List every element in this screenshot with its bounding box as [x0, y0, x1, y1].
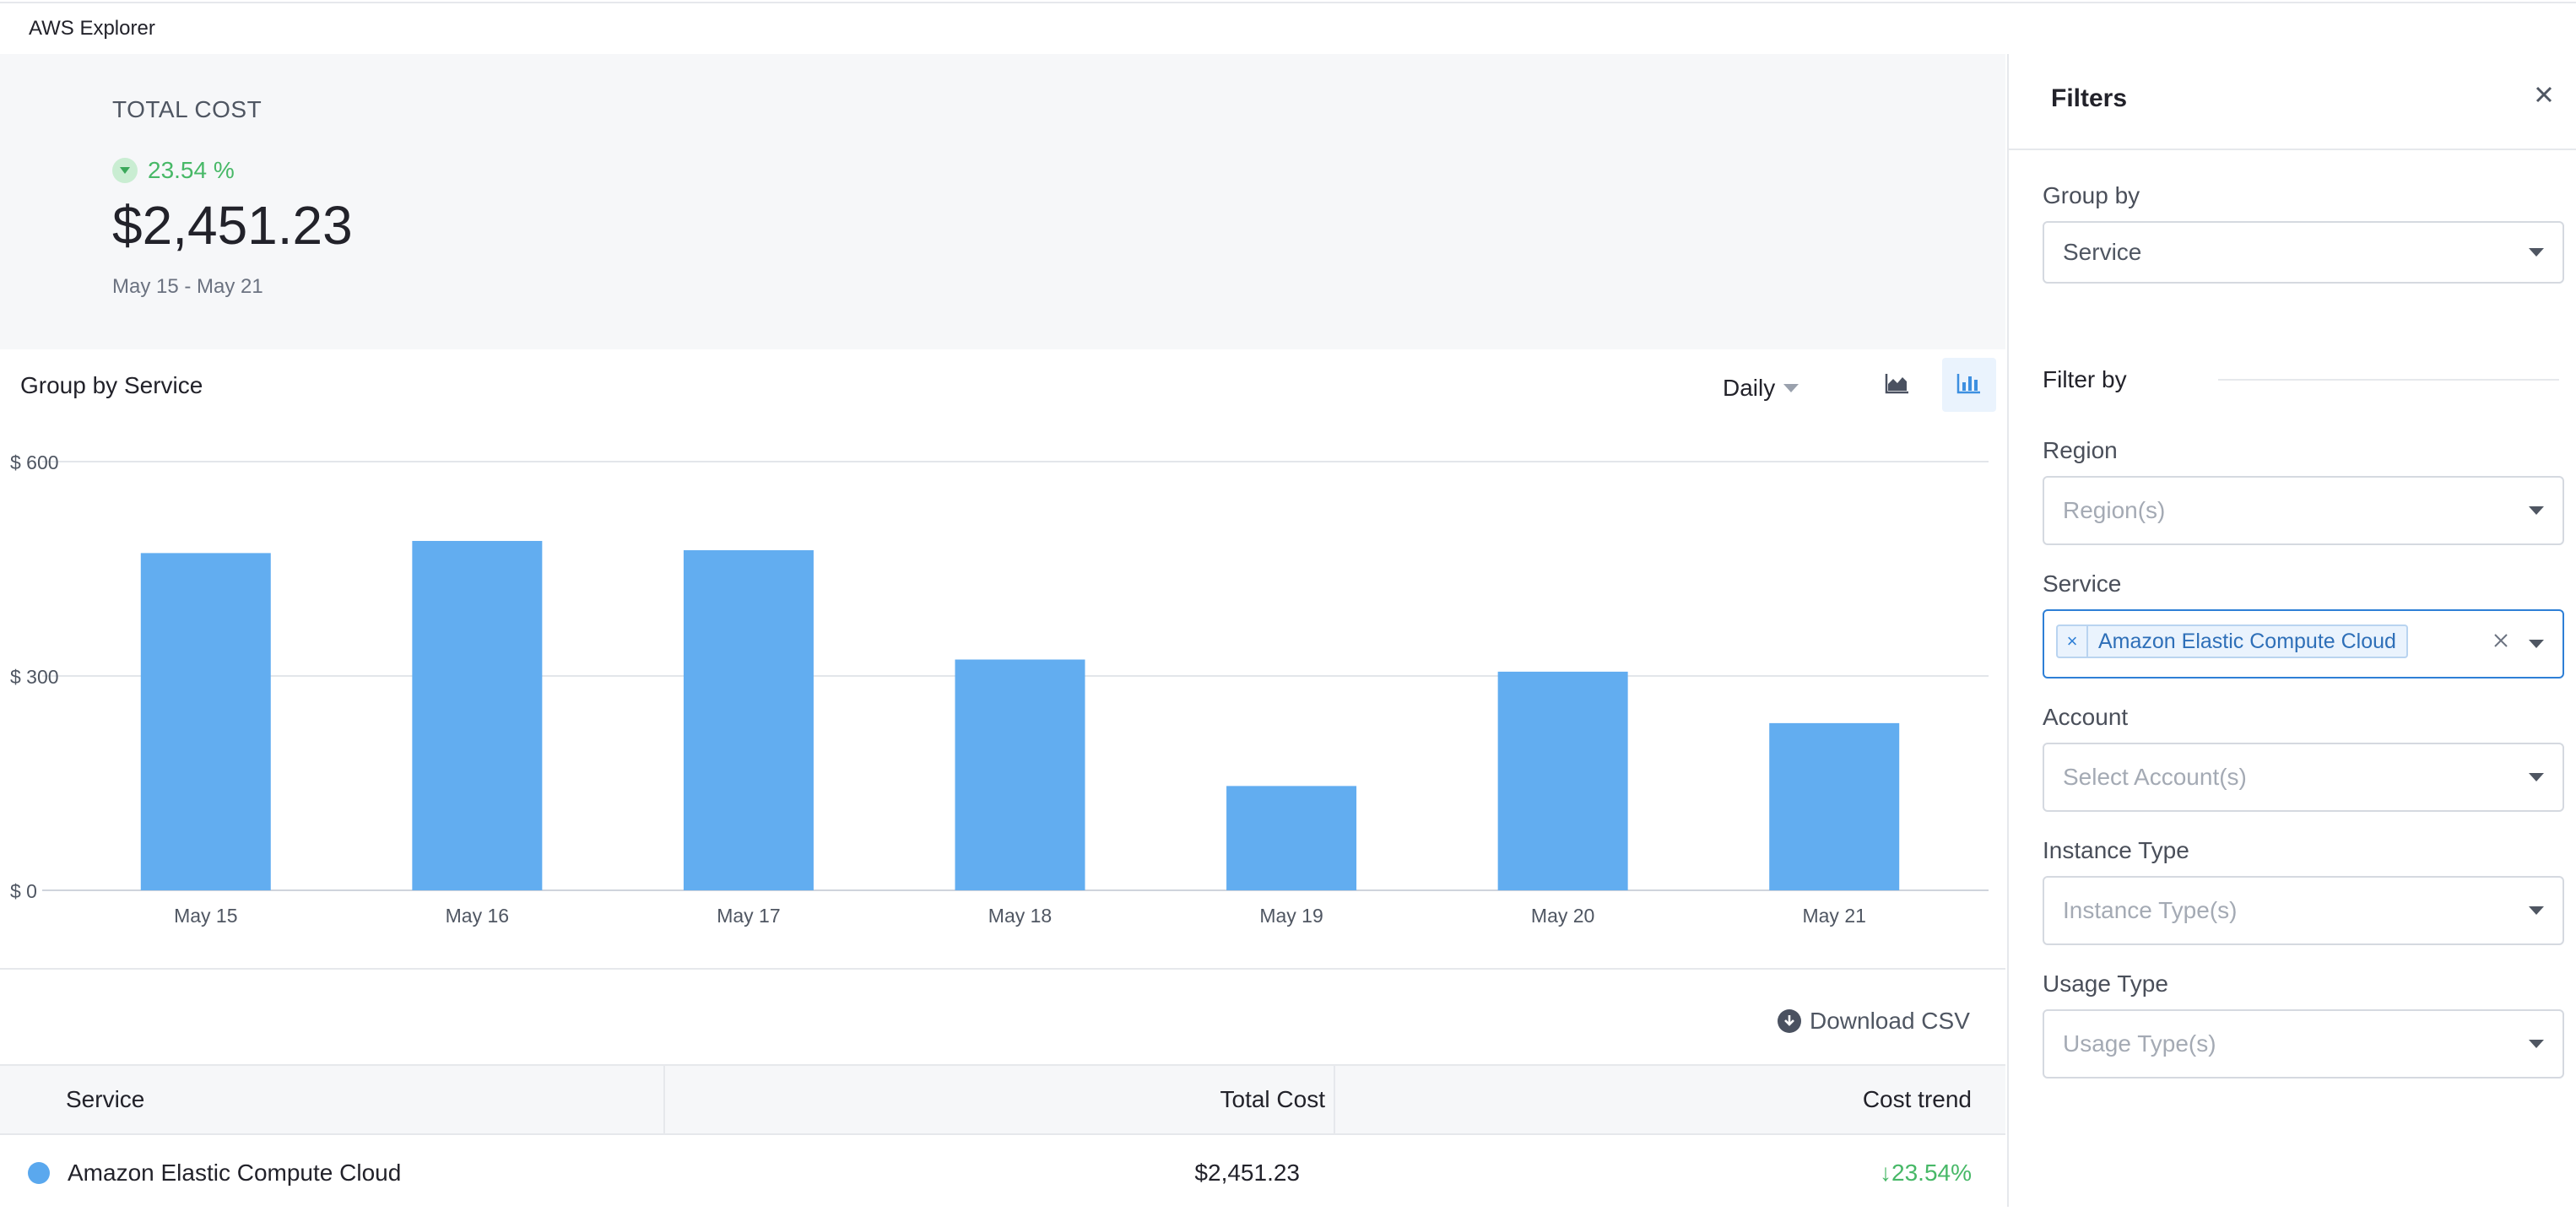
- interval-value: Daily: [1723, 375, 1776, 401]
- chart-title: Group by Service: [20, 372, 203, 398]
- column-divider: [663, 1066, 665, 1133]
- download-csv-label: Download CSV: [1810, 1008, 1970, 1034]
- filter-by-divider: [2218, 379, 2559, 381]
- table-row[interactable]: Amazon Elastic Compute Cloud $2,451.23 ↓…: [0, 1135, 2005, 1211]
- cost-table: Service Total Cost Cost trend Amazon Ela…: [0, 1064, 2005, 1211]
- x-tick-label: May 19: [1259, 905, 1323, 927]
- account-label: Account: [2043, 704, 2129, 730]
- usage-type-placeholder: Usage Type(s): [2063, 1030, 2216, 1057]
- filters-title: Filters: [2051, 84, 2128, 112]
- trend-down-icon: [112, 158, 138, 183]
- download-csv-button[interactable]: Download CSV: [1778, 1008, 1970, 1035]
- service-label: Service: [2043, 570, 2122, 597]
- row-service-name: Amazon Elastic Compute Cloud: [68, 1160, 402, 1186]
- service-select[interactable]: × Amazon Elastic Compute Cloud: [2043, 609, 2564, 678]
- filters-header-divider: [2009, 149, 2576, 150]
- group-by-label: Group by: [2043, 182, 2140, 208]
- x-tick-label: May 17: [717, 905, 780, 927]
- bar-chart: $ 0 $ 300 $ 600 May 15 May 16 May 17 May 18 May…: [10, 451, 1989, 927]
- instance-type-placeholder: Instance Type(s): [2063, 897, 2238, 923]
- interval-dropdown[interactable]: Daily: [1723, 375, 1799, 402]
- x-tick-label: May 18: [988, 905, 1052, 927]
- chevron-down-icon: [2529, 773, 2544, 781]
- chevron-down-icon: [2529, 506, 2544, 515]
- region-label: Region: [2043, 437, 2118, 463]
- chevron-down-icon: [2529, 1040, 2544, 1048]
- cost-trend: 23.54 %: [112, 157, 235, 184]
- y-tick-label: $ 300: [10, 666, 59, 688]
- table-header: Service Total Cost Cost trend: [0, 1064, 2005, 1135]
- close-icon: [2535, 85, 2553, 108]
- area-chart-button[interactable]: [1870, 358, 1924, 412]
- clear-selection-icon[interactable]: [2487, 626, 2515, 655]
- service-chip: × Amazon Elastic Compute Cloud: [2056, 624, 2408, 658]
- x-tick-label: May 15: [174, 905, 237, 927]
- x-tick-label: May 16: [446, 905, 509, 927]
- chart-bar: [140, 553, 271, 890]
- x-tick-label: May 20: [1531, 905, 1594, 927]
- remove-chip-icon[interactable]: ×: [2058, 626, 2088, 657]
- chart-bar: [1497, 671, 1628, 890]
- total-cost-summary: TOTAL COST 23.54 % $2,451.23 May 15 - Ma…: [0, 54, 2005, 349]
- chevron-down-icon: [2529, 640, 2544, 648]
- trend-percentage: 23.54 %: [148, 157, 235, 183]
- instance-type-select[interactable]: Instance Type(s): [2043, 876, 2564, 945]
- account-placeholder: Select Account(s): [2063, 764, 2247, 790]
- y-tick-label: $ 0: [10, 880, 37, 902]
- chart-bar: [955, 659, 1085, 890]
- chart-bar: [1769, 722, 1900, 890]
- close-button[interactable]: [2527, 79, 2561, 113]
- total-cost-value: $2,451.23: [112, 195, 353, 256]
- area-chart-icon: [1885, 372, 1910, 398]
- group-by-select[interactable]: Service: [2043, 221, 2564, 284]
- instance-type-label: Instance Type: [2043, 837, 2189, 863]
- column-header-cost-trend[interactable]: Cost trend: [1863, 1066, 1972, 1133]
- region-placeholder: Region(s): [2063, 497, 2166, 523]
- app-title: AWS Explorer: [29, 17, 155, 40]
- account-select[interactable]: Select Account(s): [2043, 743, 2564, 812]
- chart-divider: [0, 968, 2005, 970]
- chevron-down-icon: [2529, 248, 2544, 257]
- column-header-service[interactable]: Service: [66, 1066, 144, 1133]
- date-range: May 15 - May 21: [112, 275, 263, 298]
- bar-chart-icon: [1956, 372, 1982, 398]
- bar-chart-button[interactable]: [1942, 358, 1996, 412]
- chart-bar: [683, 549, 814, 890]
- column-divider: [1334, 1066, 1335, 1133]
- top-border: [0, 0, 2576, 3]
- usage-type-label: Usage Type: [2043, 970, 2168, 997]
- y-tick-label: $ 600: [10, 451, 59, 473]
- chart-bar: [1226, 786, 1357, 890]
- column-header-total-cost[interactable]: Total Cost: [1220, 1066, 1326, 1133]
- x-tick-label: May 21: [1802, 905, 1865, 927]
- row-total-cost: $2,451.23: [1194, 1160, 1300, 1186]
- chevron-down-icon: [1783, 384, 1799, 392]
- total-cost-label: TOTAL COST: [112, 96, 262, 122]
- download-icon: [1778, 1009, 1801, 1033]
- filter-by-label: Filter by: [2043, 366, 2127, 392]
- filters-panel: Filters Group by Service Filter by Regio…: [2007, 54, 2576, 1207]
- chart-bar: [412, 540, 543, 890]
- chevron-down-icon: [2529, 906, 2544, 915]
- service-color-dot: [28, 1162, 50, 1184]
- usage-type-select[interactable]: Usage Type(s): [2043, 1009, 2564, 1079]
- group-by-value: Service: [2063, 239, 2142, 265]
- service-chip-label: Amazon Elastic Compute Cloud: [2098, 629, 2396, 653]
- row-cost-trend: ↓23.54%: [1880, 1160, 1972, 1186]
- region-select[interactable]: Region(s): [2043, 476, 2564, 545]
